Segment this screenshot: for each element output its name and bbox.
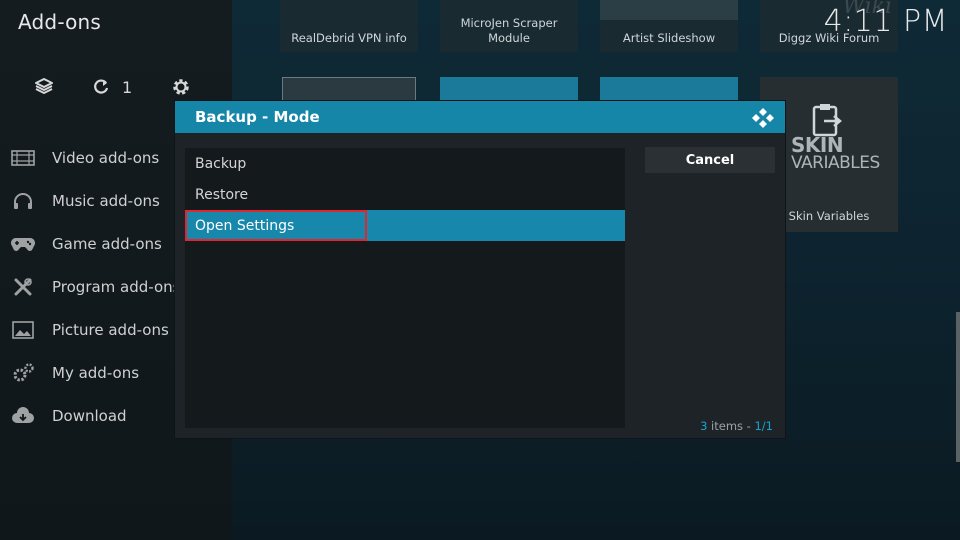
- count-text: items -: [707, 419, 755, 433]
- scrollbar[interactable]: [956, 312, 960, 462]
- sidebar-item-label: Program add-ons: [52, 277, 181, 296]
- tile-thumbnail: [600, 0, 738, 20]
- addon-tile-realdebrid[interactable]: RealDebrid VPN info: [280, 0, 418, 52]
- backup-mode-dialog: Backup - Mode Backup Restore Open Settin…: [175, 101, 785, 438]
- item-count: 3 items - 1/1: [700, 419, 773, 433]
- sidebar-item-label: Download: [52, 406, 127, 425]
- refresh-icon: [92, 78, 110, 96]
- highlight-box: [185, 210, 367, 241]
- film-icon: [10, 148, 36, 168]
- skin-art-line2: VARIABLES: [791, 153, 880, 173]
- settings-button[interactable]: [170, 76, 192, 98]
- option-restore[interactable]: Restore: [185, 179, 625, 210]
- tile-label: Artist Slideshow: [622, 31, 716, 45]
- cloud-download-icon: [10, 406, 36, 426]
- option-open-settings[interactable]: Open Settings: [185, 210, 625, 241]
- dialog-title: Backup - Mode: [195, 108, 320, 126]
- sidebar-item-label: Picture add-ons: [52, 320, 169, 339]
- sidebar-item-label: Game add-ons: [52, 234, 162, 253]
- kodi-logo-icon: [751, 107, 775, 133]
- sidebar-item-label: Video add-ons: [52, 148, 160, 167]
- option-label: Restore: [195, 186, 249, 203]
- picture-icon: [10, 320, 36, 340]
- page-title: Add-ons: [18, 10, 102, 34]
- addon-tile-artist-slideshow[interactable]: Artist Slideshow: [600, 0, 738, 52]
- addon-tile-microjen[interactable]: MicroJen Scraper Module: [440, 0, 578, 52]
- count-pages: 1/1: [754, 419, 773, 433]
- option-label: Backup: [195, 155, 247, 172]
- update-count: 1: [122, 77, 133, 97]
- clock: 4:11 PM: [823, 4, 948, 39]
- sidebar-item-label: My add-ons: [52, 363, 140, 382]
- tools-icon: [10, 277, 36, 297]
- gamepad-icon: [10, 234, 36, 254]
- dialog-header: Backup - Mode: [175, 101, 785, 133]
- option-backup[interactable]: Backup: [185, 148, 625, 179]
- sidebar-item-label: Music add-ons: [52, 191, 160, 210]
- tile-label: RealDebrid VPN info: [291, 31, 407, 45]
- addon-browser-button[interactable]: [34, 77, 54, 97]
- updates-button[interactable]: 1: [92, 78, 132, 97]
- gear-icon: [170, 76, 192, 98]
- box-icon: [34, 77, 54, 97]
- toolbar: 1: [34, 76, 192, 98]
- gears-icon: [10, 362, 36, 383]
- options-list: Backup Restore Open Settings: [185, 148, 625, 428]
- tile-label: MicroJen Scraper Module: [460, 16, 558, 45]
- headphones-icon: [10, 191, 36, 211]
- cancel-button[interactable]: Cancel: [645, 147, 775, 173]
